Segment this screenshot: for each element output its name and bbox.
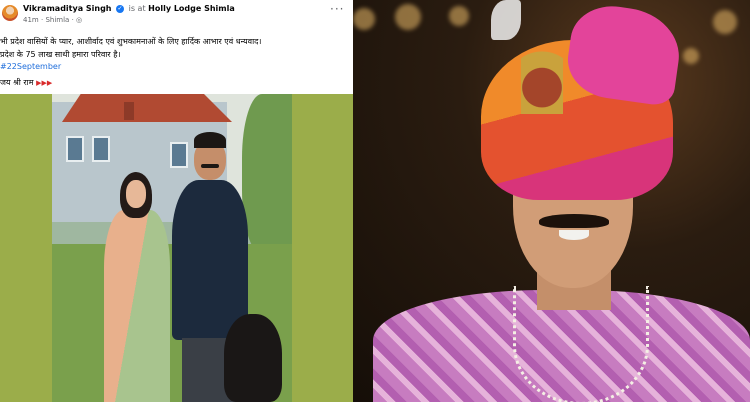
jai-shri-ram-text: जय श्री राम — [0, 78, 34, 87]
author-name[interactable]: Vikramaditya Singh — [23, 4, 112, 13]
author-line: Vikramaditya Singh ✓ is at Holly Lodge S… — [23, 4, 235, 13]
man-hair — [194, 132, 226, 148]
black-dog-figure — [224, 314, 282, 402]
house-window — [92, 136, 110, 162]
bokeh-light — [713, 10, 737, 34]
smile — [559, 230, 589, 240]
is-at-text: is at — [128, 4, 146, 13]
post-location[interactable]: Shimla — [45, 16, 69, 24]
portrait-photo — [353, 0, 750, 402]
woman-figure — [104, 172, 170, 402]
man-moustache — [201, 164, 219, 168]
bokeh-light — [683, 48, 699, 64]
turban-brooch — [521, 26, 563, 114]
verified-badge-icon: ✓ — [116, 4, 125, 13]
meta-separator: · — [71, 16, 74, 24]
couple-illustration — [52, 94, 292, 402]
house-window — [66, 136, 84, 162]
house-roof — [62, 94, 232, 122]
saree — [104, 210, 170, 402]
post-image[interactable] — [0, 94, 353, 402]
post-meta: 41m · Shimla · ◎ — [23, 16, 82, 24]
post-header: Vikramaditya Singh ✓ is at Holly Lodge S… — [0, 0, 353, 30]
globe-icon: ◎ — [76, 16, 83, 24]
woman-face — [126, 180, 146, 208]
house-chimney — [124, 102, 134, 120]
man-coat — [172, 180, 248, 340]
flag-emoji-icons: ▶▶▶ — [36, 79, 53, 87]
facebook-post: Vikramaditya Singh ✓ is at Holly Lodge S… — [0, 0, 353, 402]
post-line-2: प्रदेश के 75 लाख साथी हमारा परिवार है। — [0, 50, 121, 59]
hashtag-link[interactable]: #22September — [0, 62, 353, 71]
moustache — [539, 214, 609, 228]
bokeh-light — [449, 6, 469, 26]
pearl-necklace — [513, 286, 649, 402]
turban-feather — [491, 0, 521, 40]
post-line-1: भी प्रदेश वासियों के प्यार, आशीर्वाद एवं… — [0, 37, 262, 46]
meta-separator: · — [40, 16, 44, 24]
checkin-place[interactable]: Holly Lodge Shimla — [148, 4, 235, 13]
more-options-button[interactable]: ··· — [330, 2, 344, 16]
post-line-4: जय श्री राम ▶▶▶ — [0, 77, 353, 88]
author-avatar[interactable] — [2, 5, 18, 21]
bokeh-light — [395, 4, 421, 30]
post-time[interactable]: 41m — [23, 16, 39, 24]
bokeh-light — [353, 8, 375, 30]
